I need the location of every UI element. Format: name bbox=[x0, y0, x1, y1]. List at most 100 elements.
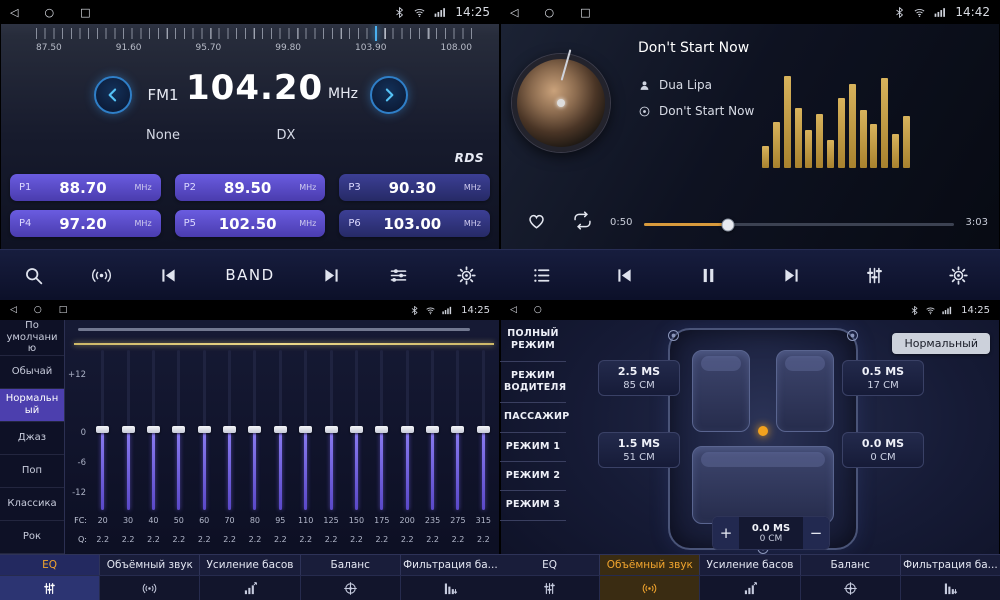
eq-band-slider-11[interactable] bbox=[344, 350, 369, 510]
nav-home-icon[interactable]: ○ bbox=[534, 305, 542, 315]
preset-button-5[interactable]: P5 102.50 MHz bbox=[175, 210, 326, 237]
listening-position-dot[interactable] bbox=[758, 426, 768, 436]
preset-number: P4 bbox=[19, 218, 31, 229]
next-track-icon[interactable] bbox=[781, 265, 802, 286]
nav-back-icon[interactable]: ◁ bbox=[10, 305, 17, 315]
preset-button-2[interactable]: P2 89.50 MHz bbox=[175, 174, 326, 201]
tab-bass-boost[interactable]: Усиление басов bbox=[200, 555, 300, 575]
preset-button-4[interactable]: P4 97.20 MHz bbox=[10, 210, 161, 237]
eq-preset-rock[interactable]: Рок bbox=[0, 521, 64, 554]
sound-profile-button[interactable]: Нормальный bbox=[892, 333, 990, 354]
search-icon[interactable] bbox=[23, 265, 44, 286]
tab-bass-boost[interactable]: Усиление басов bbox=[700, 555, 800, 575]
eq-tab-icon[interactable] bbox=[500, 576, 600, 600]
bass-boost-tab-icon[interactable] bbox=[200, 576, 300, 600]
delay-rear-right[interactable]: 0.0 MS 0 CM bbox=[842, 432, 924, 468]
eq-band-slider-3[interactable] bbox=[141, 350, 166, 510]
mode-passenger[interactable]: ПАССАЖИР bbox=[500, 403, 566, 432]
delay-increase-button[interactable]: + bbox=[713, 517, 739, 549]
nav-home-icon[interactable]: ○ bbox=[34, 305, 42, 315]
tab-eq[interactable]: EQ bbox=[500, 555, 600, 575]
eq-band-slider-5[interactable] bbox=[192, 350, 217, 510]
eq-band-slider-1[interactable] bbox=[90, 350, 115, 510]
previous-track-icon[interactable] bbox=[614, 265, 635, 286]
eq-band-slider-4[interactable] bbox=[166, 350, 191, 510]
delay-rear-left[interactable]: 1.5 MS 51 CM bbox=[598, 432, 680, 468]
speaker-front-left-icon bbox=[666, 328, 681, 343]
eq-preset-custom[interactable]: Обычай bbox=[0, 356, 64, 389]
preset-button-1[interactable]: P1 88.70 MHz bbox=[10, 174, 161, 201]
delay-ms: 0.0 MS bbox=[843, 437, 923, 450]
album-art[interactable] bbox=[512, 54, 610, 152]
eq-preset-default[interactable]: По умолчанию bbox=[0, 320, 64, 356]
filter-tab-icon[interactable] bbox=[401, 576, 500, 600]
playlist-icon[interactable] bbox=[531, 265, 552, 286]
eq-band-slider-12[interactable] bbox=[369, 350, 394, 510]
eq-preset-pop[interactable]: Поп bbox=[0, 455, 64, 488]
eq-band-slider-9[interactable] bbox=[293, 350, 318, 510]
nav-recents-icon[interactable]: □ bbox=[580, 6, 590, 19]
audio-settings-icon[interactable] bbox=[388, 265, 409, 286]
surround-tab-icon[interactable] bbox=[100, 576, 200, 600]
delay-decrease-button[interactable]: − bbox=[803, 517, 829, 549]
eq-band-slider-15[interactable] bbox=[445, 350, 470, 510]
equalizer-icon[interactable] bbox=[864, 265, 885, 286]
eq-band-slider-16[interactable] bbox=[471, 350, 496, 510]
tab-surround[interactable]: Объёмный звук bbox=[100, 555, 200, 575]
balance-tab-icon[interactable] bbox=[801, 576, 901, 600]
filter-tab-icon[interactable] bbox=[901, 576, 1000, 600]
preset-number: P2 bbox=[184, 182, 196, 193]
mode-3[interactable]: РЕЖИМ 3 bbox=[500, 491, 566, 520]
seek-bar[interactable] bbox=[644, 223, 954, 226]
eq-band-slider-6[interactable] bbox=[217, 350, 242, 510]
favorite-icon[interactable] bbox=[526, 210, 547, 231]
tab-surround[interactable]: Объёмный звук bbox=[600, 555, 700, 575]
nav-recents-icon[interactable]: □ bbox=[59, 305, 68, 315]
tab-balance[interactable]: Баланс bbox=[801, 555, 901, 575]
nav-back-icon[interactable]: ◁ bbox=[510, 305, 517, 315]
eq-preset-classic[interactable]: Классика bbox=[0, 488, 64, 521]
repeat-icon[interactable] bbox=[572, 210, 593, 231]
bass-boost-tab-icon[interactable] bbox=[700, 576, 800, 600]
eq-band-slider-2[interactable] bbox=[115, 350, 140, 510]
nav-back-icon[interactable]: ◁ bbox=[510, 6, 518, 19]
nav-recents-icon[interactable]: □ bbox=[80, 6, 90, 19]
eq-band-slider-14[interactable] bbox=[420, 350, 445, 510]
seek-previous-icon[interactable] bbox=[158, 265, 179, 286]
preset-button-6[interactable]: P6 103.00 MHz bbox=[339, 210, 490, 237]
mode-1[interactable]: РЕЖИМ 1 bbox=[500, 433, 566, 462]
eq-tab-icon[interactable] bbox=[0, 576, 100, 600]
eq-band-slider-8[interactable] bbox=[268, 350, 293, 510]
eq-band-scrollbar[interactable] bbox=[78, 328, 470, 331]
delay-front-left[interactable]: 2.5 MS 85 CM bbox=[598, 360, 680, 396]
frequency-ruler[interactable]: 87.50 91.60 95.70 99.80 103.90 108.00 bbox=[36, 28, 472, 62]
eq-preset-jazz[interactable]: Джаз bbox=[0, 422, 64, 455]
surround-tab-icon[interactable] bbox=[600, 576, 700, 600]
tune-up-button[interactable] bbox=[370, 76, 408, 114]
preset-button-3[interactable]: P3 90.30 MHz bbox=[339, 174, 490, 201]
nav-home-icon[interactable]: ○ bbox=[44, 6, 54, 19]
tab-balance[interactable]: Баланс bbox=[301, 555, 401, 575]
progress-thumb[interactable] bbox=[721, 218, 734, 231]
mode-full[interactable]: ПОЛНЫЙ РЕЖИМ bbox=[500, 320, 566, 362]
band-button[interactable]: BAND bbox=[225, 266, 274, 284]
settings-icon[interactable] bbox=[948, 265, 969, 286]
eq-band-slider-10[interactable] bbox=[318, 350, 343, 510]
eq-band-slider-7[interactable] bbox=[242, 350, 267, 510]
pause-icon[interactable] bbox=[698, 265, 719, 286]
settings-icon[interactable] bbox=[456, 265, 477, 286]
mode-2[interactable]: РЕЖИМ 2 bbox=[500, 462, 566, 491]
nav-back-icon[interactable]: ◁ bbox=[10, 6, 18, 19]
tab-filter[interactable]: Фильтрация ба... bbox=[401, 555, 500, 575]
eq-band-slider-13[interactable] bbox=[395, 350, 420, 510]
mode-driver[interactable]: РЕЖИМ ВОДИТЕЛЯ bbox=[500, 362, 566, 404]
tab-eq[interactable]: EQ bbox=[0, 555, 100, 575]
tab-filter[interactable]: Фильтрация ба... bbox=[901, 555, 1000, 575]
delay-front-right[interactable]: 0.5 MS 17 CM bbox=[842, 360, 924, 396]
tune-down-button[interactable] bbox=[94, 76, 132, 114]
seek-next-icon[interactable] bbox=[321, 265, 342, 286]
auto-scan-icon[interactable] bbox=[91, 265, 112, 286]
eq-preset-normal[interactable]: Нормальный bbox=[0, 389, 64, 422]
balance-tab-icon[interactable] bbox=[301, 576, 401, 600]
nav-home-icon[interactable]: ○ bbox=[544, 6, 554, 19]
